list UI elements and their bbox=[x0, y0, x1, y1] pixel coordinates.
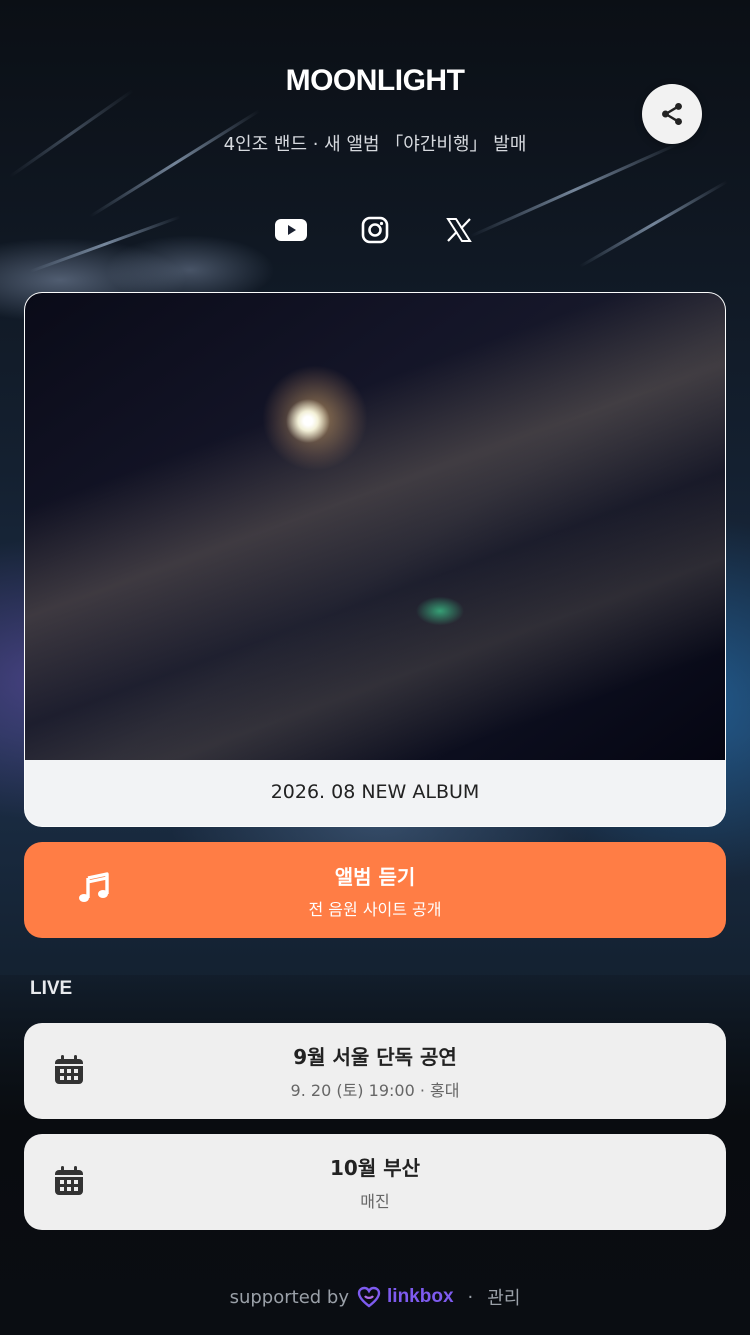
live-section-heading: LIVE bbox=[30, 978, 73, 999]
event-subtitle: 매진 bbox=[360, 1192, 390, 1211]
footer: supported by linkbox · 관리 bbox=[0, 1284, 750, 1310]
album-card[interactable]: 2026. 08 NEW ALBUM bbox=[24, 292, 726, 827]
music-note-icon bbox=[79, 872, 109, 902]
page: MOONLIGHT 4인조 밴드 · 새 앨범 「야간비행」 발매 2026. … bbox=[0, 0, 750, 1335]
share-icon bbox=[662, 102, 682, 126]
event-subtitle: 9. 20 (토) 19:00 · 홍대 bbox=[290, 1081, 460, 1100]
x-link[interactable] bbox=[441, 212, 477, 248]
share-button[interactable] bbox=[642, 84, 702, 144]
event-item[interactable]: 10월 부산 매진 bbox=[24, 1134, 726, 1230]
social-links bbox=[0, 212, 750, 248]
footer-separator: · bbox=[467, 1286, 474, 1308]
profile-name: MOONLIGHT bbox=[285, 64, 465, 97]
supported-by-label: supported by bbox=[229, 1286, 350, 1308]
linkbox-link[interactable]: linkbox bbox=[357, 1286, 454, 1308]
linkbox-logo-icon bbox=[357, 1286, 381, 1308]
event-title: 10월 부산 bbox=[330, 1156, 420, 1180]
manage-link[interactable]: 관리 bbox=[487, 1284, 520, 1310]
profile-bio: 4인조 밴드 · 새 앨범 「야간비행」 발매 bbox=[223, 134, 527, 155]
calendar-icon bbox=[55, 1055, 83, 1084]
instagram-icon bbox=[361, 216, 389, 244]
youtube-icon bbox=[275, 219, 307, 241]
listen-title: 앨범 듣기 bbox=[334, 864, 416, 889]
listen-subtitle: 전 음원 사이트 공개 bbox=[308, 899, 442, 919]
linkbox-brand: linkbox bbox=[387, 1286, 454, 1307]
album-caption: 2026. 08 NEW ALBUM bbox=[270, 781, 480, 803]
calendar-icon bbox=[55, 1166, 83, 1195]
event-title: 9월 서울 단독 공연 bbox=[293, 1045, 457, 1069]
x-icon bbox=[446, 218, 472, 242]
youtube-link[interactable] bbox=[273, 212, 309, 248]
instagram-link[interactable] bbox=[357, 212, 393, 248]
listen-album-button[interactable]: 앨범 듣기 전 음원 사이트 공개 bbox=[24, 842, 726, 938]
event-item[interactable]: 9월 서울 단독 공연 9. 20 (토) 19:00 · 홍대 bbox=[24, 1023, 726, 1119]
album-cover-image bbox=[25, 293, 725, 760]
